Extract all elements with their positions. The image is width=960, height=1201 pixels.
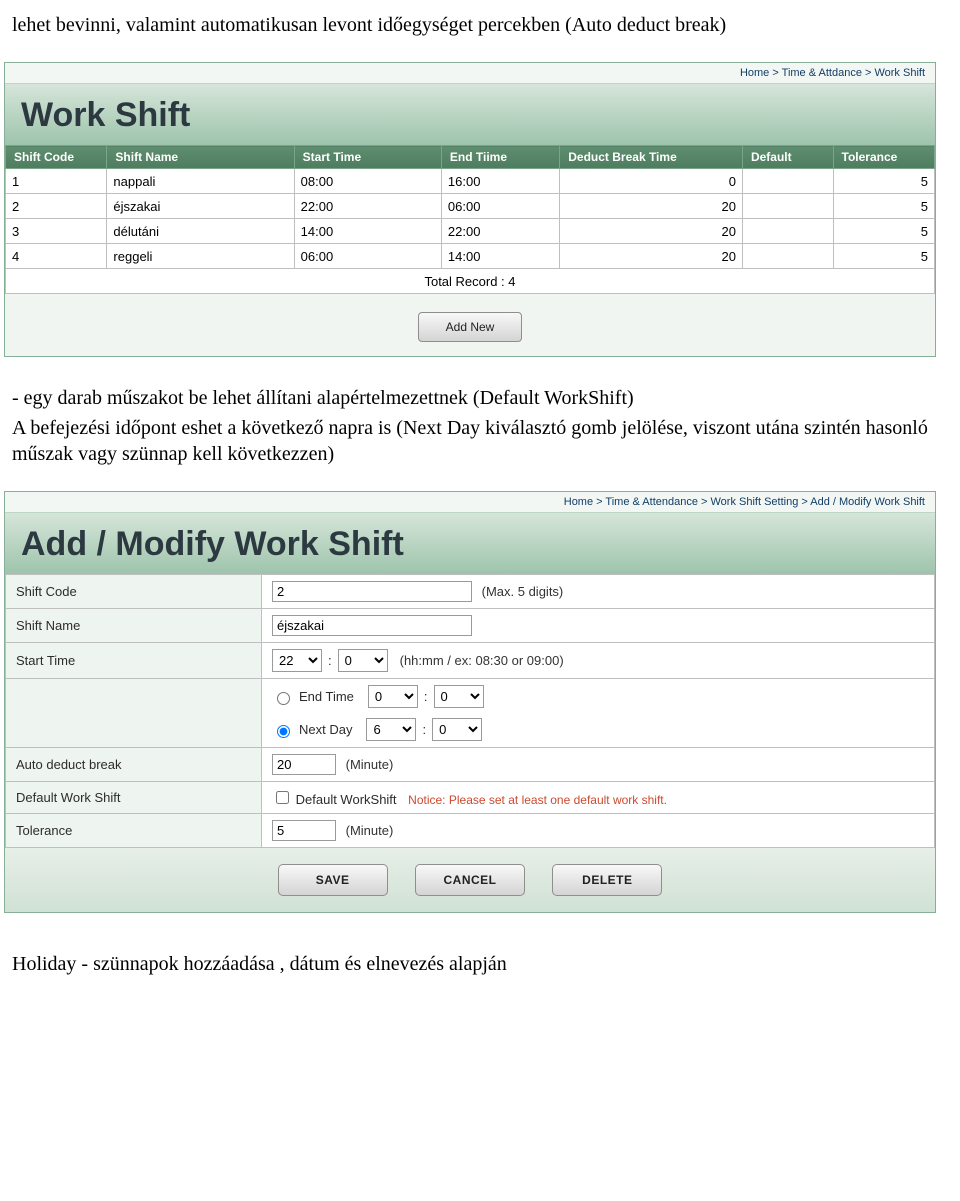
cancel-button[interactable]: CANCEL xyxy=(415,864,525,896)
label-end-block xyxy=(6,679,262,748)
colon: : xyxy=(328,653,332,668)
save-button[interactable]: SAVE xyxy=(278,864,388,896)
cell-name: éjszakai xyxy=(107,194,294,219)
cell-default xyxy=(742,169,833,194)
form-button-bar: SAVE CANCEL DELETE xyxy=(5,848,935,912)
label-end-time: End Time xyxy=(299,689,354,704)
shift-code-input[interactable] xyxy=(272,581,472,602)
tolerance-input[interactable] xyxy=(272,820,336,841)
title-bar: Work Shift xyxy=(5,84,935,145)
cell-tol: 5 xyxy=(833,219,934,244)
colon: : xyxy=(422,722,426,737)
mid-paragraph-2-text: egy darab műszakot be lehet állítani ala… xyxy=(24,387,634,409)
cell-deduct: 20 xyxy=(560,194,743,219)
table-row[interactable]: 3délutáni14:0022:0020 5 xyxy=(6,219,935,244)
add-new-button[interactable]: Add New xyxy=(418,312,522,342)
cell-tol: 5 xyxy=(833,169,934,194)
page-title: Add / Modify Work Shift xyxy=(5,513,935,574)
cell-code: 1 xyxy=(6,169,107,194)
cell-start: 22:00 xyxy=(294,194,441,219)
cell-default xyxy=(742,219,833,244)
cell-tol: 5 xyxy=(833,194,934,219)
cell-name: délutáni xyxy=(107,219,294,244)
cell-default xyxy=(742,194,833,219)
modify-work-shift-panel: Home > Time & Attendance > Work Shift Se… xyxy=(4,491,936,913)
end-hour-select[interactable]: 0 xyxy=(368,685,418,708)
dash: - xyxy=(12,387,24,409)
label-shift-name: Shift Name xyxy=(6,609,262,643)
breadcrumb: Home > Time & Attendance > Work Shift Se… xyxy=(5,492,935,513)
cell-start: 06:00 xyxy=(294,244,441,269)
start-hour-select[interactable]: 22 xyxy=(272,649,322,672)
shift-name-input[interactable] xyxy=(272,615,472,636)
end-min-select[interactable]: 0 xyxy=(434,685,484,708)
cell-code: 3 xyxy=(6,219,107,244)
cell-end: 14:00 xyxy=(441,244,559,269)
default-workshift-checkbox[interactable] xyxy=(276,791,289,804)
th-shift-code: Shift Code xyxy=(6,146,107,169)
cell-deduct: 20 xyxy=(560,219,743,244)
cell-start: 14:00 xyxy=(294,219,441,244)
cell-deduct: 20 xyxy=(560,244,743,269)
th-tolerance: Tolerance xyxy=(833,146,934,169)
end-time-radio[interactable] xyxy=(277,692,290,705)
label-default-shift: Default Work Shift xyxy=(6,782,262,814)
cell-deduct: 0 xyxy=(560,169,743,194)
th-default: Default xyxy=(742,146,833,169)
table-row[interactable]: 4reggeli06:0014:0020 5 xyxy=(6,244,935,269)
intro-paragraph-1: lehet bevinni, valamint automatikusan le… xyxy=(0,0,960,62)
label-next-day: Next Day xyxy=(299,722,352,737)
th-end-time: End Tiime xyxy=(441,146,559,169)
title-bar: Add / Modify Work Shift xyxy=(5,513,935,574)
label-tolerance: Tolerance xyxy=(6,814,262,848)
hint-minute: (Minute) xyxy=(346,757,394,772)
cell-name: reggeli xyxy=(107,244,294,269)
colon: : xyxy=(424,689,428,704)
work-shift-list-panel: Home > Time & Attdance > Work Shift Work… xyxy=(4,62,936,357)
outro-paragraph: Holiday - szünnapok hozzáadása , dátum é… xyxy=(0,939,960,1001)
cell-end: 22:00 xyxy=(441,219,559,244)
total-record: Total Record : 4 xyxy=(6,269,935,294)
cell-code: 4 xyxy=(6,244,107,269)
breadcrumb: Home > Time & Attdance > Work Shift xyxy=(5,63,935,84)
cell-code: 2 xyxy=(6,194,107,219)
cell-end: 16:00 xyxy=(441,169,559,194)
cell-end: 06:00 xyxy=(441,194,559,219)
work-shift-form: Shift Code (Max. 5 digits) Shift Name St… xyxy=(5,574,935,848)
cell-start: 08:00 xyxy=(294,169,441,194)
next-min-select[interactable]: 0 xyxy=(432,718,482,741)
work-shift-table: Shift Code Shift Name Start Time End Tii… xyxy=(5,145,935,294)
hint-minute: (Minute) xyxy=(346,823,394,838)
page-title: Work Shift xyxy=(5,84,935,145)
label-default-checkbox: Default WorkShift xyxy=(296,792,397,807)
cell-default xyxy=(742,244,833,269)
next-day-radio[interactable] xyxy=(277,725,290,738)
label-auto-deduct: Auto deduct break xyxy=(6,748,262,782)
table-row[interactable]: 1nappali08:0016:000 5 xyxy=(6,169,935,194)
table-row[interactable]: 2éjszakai22:0006:0020 5 xyxy=(6,194,935,219)
label-shift-code: Shift Code xyxy=(6,575,262,609)
th-shift-name: Shift Name xyxy=(107,146,294,169)
th-deduct: Deduct Break Time xyxy=(560,146,743,169)
delete-button[interactable]: DELETE xyxy=(552,864,662,896)
label-start-time: Start Time xyxy=(6,643,262,679)
auto-deduct-input[interactable] xyxy=(272,754,336,775)
cell-tol: 5 xyxy=(833,244,934,269)
start-min-select[interactable]: 0 xyxy=(338,649,388,672)
next-hour-select[interactable]: 6 xyxy=(366,718,416,741)
hint-code: (Max. 5 digits) xyxy=(482,584,564,599)
mid-paragraph-3: A befejezési időpont eshet a következő n… xyxy=(0,415,960,491)
cell-name: nappali xyxy=(107,169,294,194)
mid-paragraph-2: - egy darab műszakot be lehet állítani a… xyxy=(0,357,960,415)
hint-start: (hh:mm / ex: 08:30 or 09:00) xyxy=(400,653,564,668)
button-bar: Add New xyxy=(5,294,935,356)
notice-default-shift: Notice: Please set at least one default … xyxy=(408,793,667,807)
th-start-time: Start Time xyxy=(294,146,441,169)
